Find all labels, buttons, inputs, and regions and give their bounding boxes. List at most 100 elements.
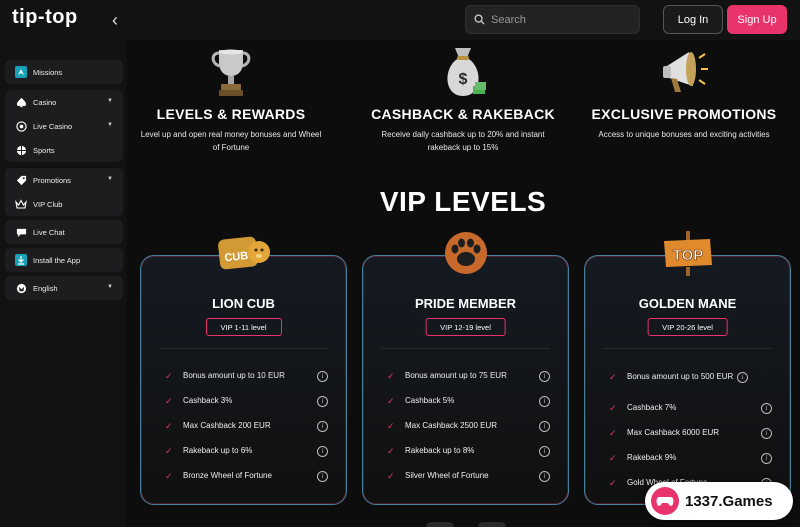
main-content: LEVELS & REWARDS Level up and open real … <box>126 40 800 527</box>
chevron-down-icon: ▼ <box>107 122 113 128</box>
perk-text: Rakeback 9% <box>627 453 677 462</box>
check-icon: ✓ <box>165 420 173 431</box>
info-icon[interactable]: i <box>539 370 550 382</box>
perk-item: ✓ Bronze Wheel of Fortune i <box>165 464 328 488</box>
info-icon[interactable]: i <box>539 420 550 432</box>
perk-item: ✓ Max Cashback 2500 EUR i <box>387 414 550 438</box>
sidebar-item-live-chat[interactable]: Live Chat <box>5 220 123 244</box>
search-icon <box>474 14 485 25</box>
sidebar-item-label: Live Chat <box>33 227 65 237</box>
feature-description: Receive daily cashback up to 20% and ins… <box>381 130 545 152</box>
perk-item: ✓ Max Cashback 6000 EUR i <box>609 421 772 445</box>
carousel-prev-button[interactable] <box>426 522 454 527</box>
watermark-text: 1337.Games <box>685 492 773 510</box>
vip-card-name: GOLDEN MANE <box>638 296 737 311</box>
info-icon[interactable]: i <box>539 445 550 457</box>
sidebar-item-language[interactable]: English ▼ <box>5 276 123 300</box>
info-icon[interactable]: i <box>317 445 328 457</box>
check-icon: ✓ <box>609 402 617 413</box>
check-icon: ✓ <box>387 395 395 406</box>
sidebar-item-sports[interactable]: Sports <box>5 138 123 162</box>
vip-level-badge: VIP 1-11 level <box>205 318 282 336</box>
perk-text: Max Cashback 200 EUR <box>183 421 271 430</box>
vip-card-golden-mane: TOP GOLDEN MANE VIP 20-26 level ✓ Bonus a… <box>584 231 791 505</box>
vip-level-badge: VIP 12-19 level <box>425 318 506 336</box>
feature-title: CASHBACK & RAKEBACK <box>371 106 555 122</box>
perk-text: Bonus amount up to 75 EUR <box>405 371 507 380</box>
sidebar-item-label: Live Casino <box>33 121 73 131</box>
chevron-left-icon[interactable]: ‹ <box>104 9 126 31</box>
sidebar-item-install-app[interactable]: Install the App <box>5 248 123 272</box>
crown-icon <box>15 198 27 210</box>
check-icon: ✓ <box>165 395 173 406</box>
sidebar-item-vip-club[interactable]: VIP Club <box>5 192 123 216</box>
check-icon: ✓ <box>387 420 395 431</box>
info-icon[interactable]: i <box>761 452 772 464</box>
sidebar-group-missions: Missions <box>5 60 123 84</box>
info-icon[interactable]: i <box>539 395 550 407</box>
perk-item: ✓ Cashback 3% i <box>165 389 328 413</box>
sidebar-group-games: Casino ▼ Live Casino ▼ Sports <box>5 90 123 162</box>
site-logo[interactable]: tip-top <box>12 6 78 29</box>
perk-text: Cashback 3% <box>183 396 233 405</box>
check-icon: ✓ <box>165 370 173 381</box>
info-icon[interactable]: i <box>317 470 328 482</box>
carousel-next-button[interactable] <box>478 522 506 527</box>
info-icon[interactable]: i <box>761 427 772 439</box>
info-icon[interactable]: i <box>317 395 328 407</box>
info-icon[interactable]: i <box>761 402 772 414</box>
rocket-icon <box>15 66 27 78</box>
paw-icon <box>436 228 496 278</box>
sidebar-item-label: Casino <box>33 97 57 107</box>
sidebar-item-live-casino[interactable]: Live Casino ▼ <box>5 114 123 138</box>
info-icon[interactable]: i <box>539 470 550 482</box>
search-box[interactable] <box>465 5 640 34</box>
perk-text: Rakeback up to 6% <box>183 446 253 455</box>
top-sign-icon: TOP <box>658 228 718 278</box>
perk-item: ✓ Bonus amount up to 10 EUR i <box>165 364 328 388</box>
ball-icon <box>15 144 27 156</box>
sidebar-group-language: English ▼ <box>5 276 123 300</box>
sidebar-item-missions[interactable]: Missions <box>5 60 123 84</box>
check-icon: ✓ <box>609 427 617 438</box>
check-icon: ✓ <box>387 470 395 481</box>
info-icon[interactable]: i <box>317 370 328 382</box>
megaphone-icon <box>579 40 789 100</box>
perk-text: Bronze Wheel of Fortune <box>183 471 272 480</box>
login-button[interactable]: Log In <box>663 5 723 34</box>
perk-text: Bonus amount up to 10 EUR <box>183 371 285 380</box>
search-input[interactable] <box>491 13 621 26</box>
perk-text: Cashback 7% <box>627 403 677 412</box>
perk-text: Max Cashback 6000 EUR <box>627 428 720 437</box>
feature-description: Access to unique bonuses and exciting ac… <box>598 130 770 139</box>
watermark-badge: 1337.Games <box>645 482 793 520</box>
check-icon: ✓ <box>165 470 173 481</box>
chevron-down-icon: ▼ <box>107 98 113 104</box>
sidebar-group-promos: Promotions ▼ VIP Club <box>5 168 123 216</box>
sidebar: Missions Casino ▼ Live Casino ▼ Sports P… <box>0 40 126 527</box>
divider <box>381 348 550 349</box>
perk-item: ✓ Rakeback up to 6% i <box>165 439 328 463</box>
sidebar-item-promotions[interactable]: Promotions ▼ <box>5 168 123 192</box>
globe-icon <box>15 282 27 294</box>
vip-levels-heading: VIP LEVELS <box>379 186 547 217</box>
info-icon[interactable]: i <box>317 420 328 432</box>
perk-item: ✓ Rakeback 9% i <box>609 446 772 470</box>
perk-item: ✓ Rakeback up to 8% i <box>387 439 550 463</box>
download-icon <box>15 254 27 266</box>
sidebar-group-chat: Live Chat <box>5 220 123 244</box>
check-icon: ✓ <box>609 371 617 382</box>
vip-card-name: PRIDE MEMBER <box>414 296 517 311</box>
info-icon[interactable]: i <box>737 371 748 383</box>
vip-card-lion-cub: CUB LION CUB VIP 1-11 level ✓ Bonus amoun… <box>140 236 347 505</box>
top-bar: tip-top ‹ Log In Sign Up <box>0 0 800 40</box>
lion-cub-badge-icon: CUB <box>214 228 274 278</box>
signup-button[interactable]: Sign Up <box>727 5 787 34</box>
perk-text: Silver Wheel of Fortune <box>405 471 489 480</box>
gamepad-icon <box>651 487 679 515</box>
divider <box>603 348 772 349</box>
tag-icon <box>15 174 27 186</box>
perk-item: ✓ Bonus amount up to 75 EUR i <box>387 364 550 388</box>
perk-item: ✓ Cashback 7% i <box>609 396 772 420</box>
sidebar-item-casino[interactable]: Casino ▼ <box>5 90 123 114</box>
